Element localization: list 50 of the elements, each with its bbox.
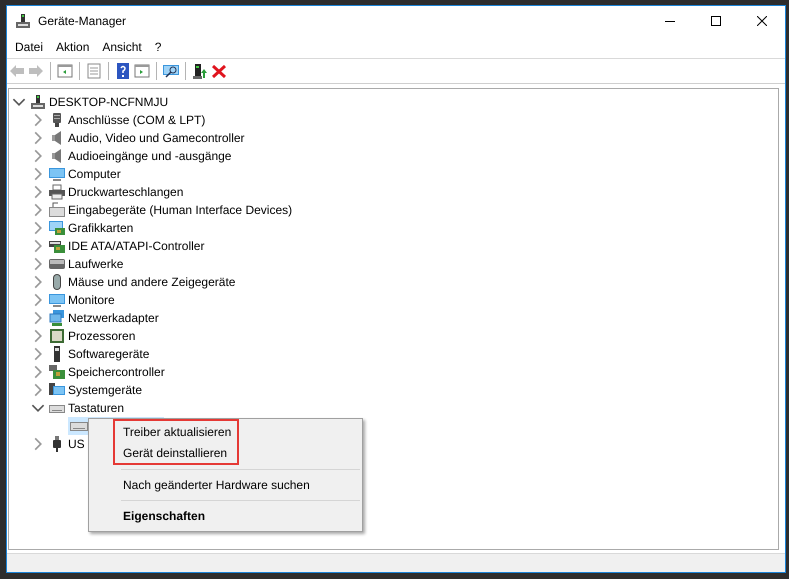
monitor-icon (49, 166, 65, 182)
menu-item[interactable]: Treiber aktualisieren (123, 421, 232, 442)
tree-item[interactable]: Audio, Video und Gamecontroller (68, 131, 245, 145)
network-icon (49, 310, 65, 326)
menu-item[interactable]: Datei (10, 40, 52, 54)
keyboard-icon (49, 202, 65, 218)
driver-update-icon[interactable] (192, 63, 208, 79)
tree-item[interactable]: Speichercontroller (68, 365, 165, 379)
tree-item[interactable]: Prozessoren (68, 329, 136, 343)
tree-item[interactable]: Systemgeräte (68, 383, 142, 397)
tree-item[interactable]: Mäuse und andere Zeigegeräte (68, 275, 236, 289)
close-icon (757, 16, 767, 26)
menu-item[interactable]: Aktion (51, 40, 98, 54)
menu-item[interactable]: Eigenschaften (89, 505, 362, 527)
panel-icon[interactable] (134, 63, 150, 79)
drive-icon (49, 256, 65, 272)
menu-item[interactable]: Nach geänderter Hardware suchen (89, 474, 362, 496)
monitor-icon (49, 292, 65, 308)
tree-item[interactable]: IDE ATA/ATAPI-Controller (68, 239, 204, 253)
tree-item[interactable]: Laufwerke (68, 257, 124, 271)
processor-icon (49, 328, 65, 344)
computer-icon (30, 94, 46, 110)
tree-item[interactable]: Netzwerkadapter (68, 311, 159, 325)
tree-item[interactable]: Eingabegeräte (Human Interface Devices) (68, 203, 292, 217)
computer-icon (15, 13, 31, 29)
printer-icon (49, 184, 65, 200)
tree-item[interactable]: DESKTOP-NCFNMJU (49, 95, 168, 109)
tree-item[interactable]: Audioeingänge und -ausgänge (68, 149, 232, 163)
tree-item[interactable]: Tastaturen (68, 401, 124, 415)
menu-item[interactable]: Ansicht (97, 40, 150, 54)
maximize-icon (711, 16, 721, 26)
document-icon[interactable] (86, 63, 102, 79)
help-icon[interactable] (115, 63, 131, 79)
tree-item[interactable]: Computer (68, 167, 121, 181)
tree-item[interactable]: Monitore (68, 293, 115, 307)
menu-item[interactable]: Gerät deinstallieren (123, 442, 232, 463)
tree-item[interactable]: US (68, 437, 85, 451)
menu-item[interactable]: ? (150, 40, 170, 54)
storage-controller-icon (49, 364, 65, 380)
monitor-search-icon[interactable] (163, 63, 179, 79)
tree-item[interactable]: Softwaregeräte (68, 347, 150, 361)
panel-icon[interactable] (57, 63, 73, 79)
window-title: Geräte-Manager (38, 14, 128, 28)
tree-item[interactable]: Druckwarteschlangen (68, 185, 184, 199)
delete-icon[interactable] (211, 63, 227, 79)
display-card-icon (49, 220, 65, 236)
tree-item[interactable]: Anschlüsse (COM & LPT) (68, 113, 206, 127)
system-icon (49, 382, 65, 398)
tree-item[interactable]: Grafikkarten (68, 221, 134, 235)
controller-card-icon (49, 238, 65, 254)
